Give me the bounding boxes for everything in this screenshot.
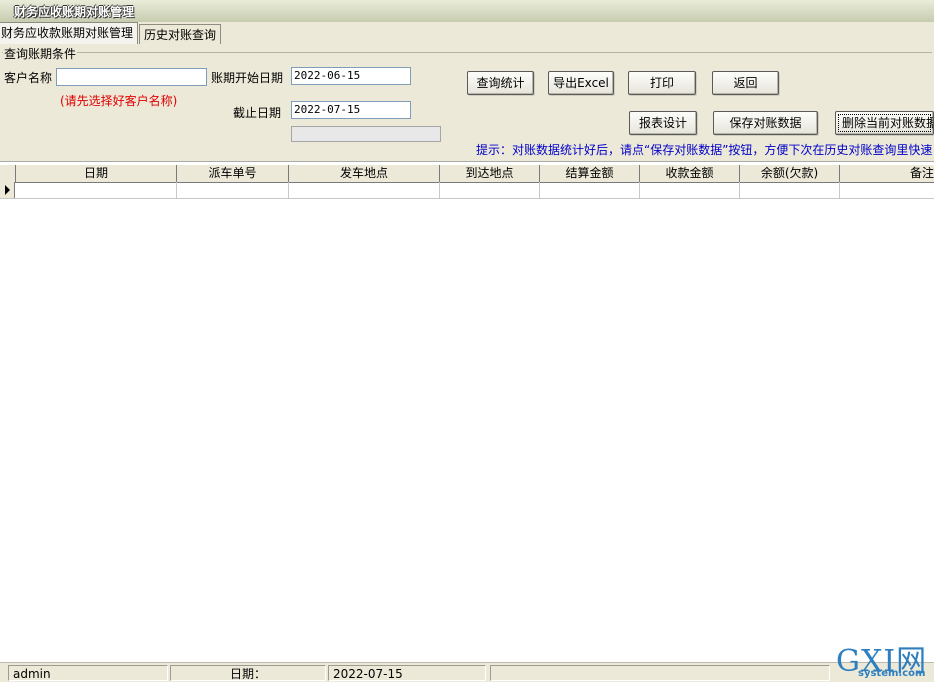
- query-group-frame: [2, 52, 932, 53]
- cell-received[interactable]: [640, 182, 740, 198]
- query-button[interactable]: 查询统计: [467, 71, 534, 95]
- cell-arrival[interactable]: [440, 182, 540, 198]
- row-indicator: [0, 182, 15, 198]
- tab-history-query[interactable]: 历史对账查询: [139, 24, 222, 45]
- table-row[interactable]: [0, 182, 934, 199]
- cell-remark[interactable]: [840, 182, 934, 198]
- column-header-received[interactable]: 收款金额: [640, 165, 740, 182]
- delete-reconciliation-button[interactable]: 删除当前对账数据: [835, 111, 934, 135]
- status-bar: admin 日期： 2022-07-15: [0, 662, 934, 682]
- query-panel: 查询账期条件 客户名称 (请先选择好客户名称) 账期开始日期 2022-06-1…: [0, 44, 934, 162]
- column-header-date[interactable]: 日期: [16, 165, 177, 182]
- cell-settlement[interactable]: [540, 182, 640, 198]
- tab-reconciliation[interactable]: 财务应收款账期对账管理: [0, 22, 139, 45]
- cell-balance[interactable]: [740, 182, 840, 198]
- window-title: 财务应收账期对账管理: [14, 5, 135, 19]
- customer-input[interactable]: [56, 68, 207, 86]
- column-header-departure[interactable]: 发车地点: [289, 165, 440, 182]
- cell-date[interactable]: [16, 182, 177, 198]
- cell-dispatch-no[interactable]: [177, 182, 289, 198]
- status-date-value: 2022-07-15: [328, 665, 486, 681]
- tab-strip: 财务应收款账期对账管理 历史对账查询: [0, 22, 934, 45]
- cell-departure[interactable]: [289, 182, 440, 198]
- save-reconciliation-button[interactable]: 保存对账数据: [713, 111, 818, 135]
- status-empty-panel: [490, 665, 830, 681]
- watermark-subtext: system.com: [858, 668, 926, 679]
- column-header-remark[interactable]: 备注: [840, 165, 934, 182]
- back-button[interactable]: 返回: [712, 71, 779, 95]
- watermark-logo: GXI网 system.com: [836, 640, 932, 680]
- status-user: admin: [8, 665, 168, 681]
- report-design-button[interactable]: 报表设计: [629, 111, 697, 135]
- print-button[interactable]: 打印: [628, 71, 696, 95]
- customer-hint: (请先选择好客户名称): [60, 94, 178, 108]
- row-indicator-header: [0, 165, 16, 182]
- status-date-label: 日期：: [170, 665, 326, 681]
- start-date-input[interactable]: 2022-06-15: [291, 67, 411, 85]
- column-header-settlement[interactable]: 结算金额: [540, 165, 640, 182]
- customer-label: 客户名称: [4, 71, 53, 85]
- progress-bar: [291, 126, 441, 142]
- end-date-input[interactable]: 2022-07-15: [291, 101, 411, 119]
- end-date-label: 截止日期: [233, 106, 282, 120]
- title-bar: 财务应收账期对账管理: [0, 0, 934, 23]
- current-row-arrow-icon: [5, 185, 10, 195]
- export-excel-button[interactable]: 导出Excel: [548, 71, 614, 95]
- column-header-dispatch-no[interactable]: 派车单号: [177, 165, 289, 182]
- column-header-balance[interactable]: 余额(欠款): [740, 165, 840, 182]
- start-date-label: 账期开始日期: [211, 71, 284, 85]
- column-header-arrival[interactable]: 到达地点: [440, 165, 540, 182]
- save-tip: 提示：对账数据统计好后，请点“保存对账数据”按钮，方便下次在历史对账查询里快速: [476, 143, 933, 157]
- grid-header: 日期 派车单号 发车地点 到达地点 结算金额 收款金额 余额(欠款) 备注: [0, 164, 934, 183]
- query-group-label: 查询账期条件: [3, 45, 78, 62]
